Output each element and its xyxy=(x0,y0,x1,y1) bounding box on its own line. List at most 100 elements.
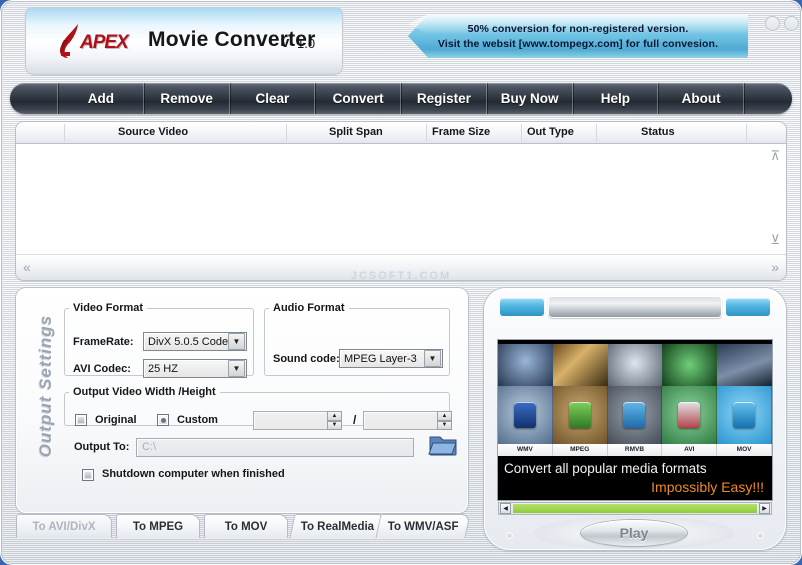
toolbar-button-register[interactable]: Register xyxy=(401,83,487,114)
version-number: 1.0 xyxy=(297,36,316,51)
toolbar-button-buy-now[interactable]: Buy Now xyxy=(486,83,573,114)
column-header-split-span[interactable]: Split Span xyxy=(329,126,383,138)
chevron-up-icon[interactable]: ▲ xyxy=(437,411,452,421)
movie-thumbnail xyxy=(498,344,553,386)
toolbar-button-convert[interactable]: Convert xyxy=(315,83,401,114)
preview-progress-bar[interactable] xyxy=(513,504,757,513)
file-list-horizontal-scrollbar[interactable]: « » JCSOFT1.COM xyxy=(16,254,786,280)
toolbar-button-remove[interactable]: Remove xyxy=(143,83,230,114)
play-button[interactable]: Play xyxy=(581,520,687,546)
minimize-icon[interactable] xyxy=(765,16,780,31)
format-cell-avi xyxy=(662,386,718,444)
format-icon-row xyxy=(498,386,772,444)
tab-to-mov[interactable]: To MOV xyxy=(204,514,288,538)
width-stepper[interactable]: ▲ ▼ xyxy=(253,411,342,430)
tab-to-mpeg[interactable]: To MPEG xyxy=(116,514,200,538)
chevron-down-icon[interactable]: ▼ xyxy=(327,420,342,430)
width-input[interactable] xyxy=(253,411,327,430)
tab-label: To MPEG xyxy=(132,520,184,533)
avi-codec-label: AVI Codec: xyxy=(73,363,131,375)
preview-dot-left xyxy=(506,532,513,539)
title-bar: APEX Movie Converter v 1.0 50% conversio… xyxy=(8,4,799,74)
original-size-label: Original xyxy=(95,414,137,426)
folder-icon[interactable] xyxy=(428,432,458,458)
framerate-select[interactable]: DivX 5.0.5 Codec ▼ xyxy=(143,332,247,351)
height-stepper-buttons[interactable]: ▲ ▼ xyxy=(437,411,452,430)
size-separator: / xyxy=(353,413,357,427)
toolbar-left-cap xyxy=(10,83,58,114)
framerate-value: DivX 5.0.5 Codec xyxy=(148,335,228,348)
chevron-double-up-icon[interactable]: ⊼ xyxy=(770,148,780,164)
toolbar-button-about[interactable]: About xyxy=(658,83,744,114)
movie-thumbnail xyxy=(607,344,663,386)
toolbar-button-clear[interactable]: Clear xyxy=(229,83,316,114)
video-format-group: Video Format FrameRate: DivX 5.0.5 Codec… xyxy=(64,302,254,378)
close-icon[interactable] xyxy=(784,16,799,31)
triangle-right-icon[interactable]: ▶ xyxy=(759,503,770,514)
promo-banner: 50% conversion for non-registered versio… xyxy=(408,14,748,58)
promo-line-1: 50% conversion for non-registered versio… xyxy=(467,23,689,35)
file-list-body[interactable]: ⊼ ⊻ « » JCSOFT1.COM xyxy=(16,144,786,280)
column-separator[interactable] xyxy=(521,124,522,141)
promo-line-2: Visit the websit [www.tompegx.com] for f… xyxy=(437,38,719,50)
column-header-frame-size[interactable]: Frame Size xyxy=(432,126,490,138)
preview-top-bar xyxy=(500,296,770,318)
logo-plate: APEX Movie Converter v 1.0 xyxy=(26,8,342,74)
format-label-wmv: WMV xyxy=(498,444,553,456)
output-settings-panel: Output Settings Video Format FrameRate: … xyxy=(16,288,468,513)
toolbar-button-help[interactable]: Help xyxy=(572,83,659,114)
movie-thumbnail xyxy=(552,344,608,386)
avi-codec-select[interactable]: 25 HZ ▼ xyxy=(143,359,247,378)
tab-to-realmedia[interactable]: To RealMedia xyxy=(289,514,387,538)
format-label-row: WMV MPEG RMVB AVI MOV xyxy=(498,444,772,456)
tab-label: To MOV xyxy=(224,520,268,533)
sound-code-label: Sound code: xyxy=(273,353,339,365)
height-stepper[interactable]: ▲ ▼ xyxy=(363,411,452,430)
avi-codec-value: 25 HZ xyxy=(148,362,178,375)
column-separator[interactable] xyxy=(426,124,427,141)
original-size-checkbox[interactable] xyxy=(75,414,87,426)
tagline-line-1: Convert all popular media formats xyxy=(504,461,707,476)
wmv-icon xyxy=(513,402,536,428)
chevron-down-icon[interactable]: ▼ xyxy=(228,360,245,377)
output-to-label: Output To: xyxy=(74,441,130,453)
format-cell-mov xyxy=(717,386,772,444)
format-cell-mpeg xyxy=(552,386,608,444)
triangle-left-icon[interactable]: ◀ xyxy=(500,503,511,514)
shutdown-checkbox[interactable] xyxy=(82,469,94,481)
column-header-status[interactable]: Status xyxy=(641,126,675,138)
sound-code-select[interactable]: MPEG Layer-3 ▼ xyxy=(339,349,443,368)
column-separator[interactable] xyxy=(286,124,287,141)
toolbar-button-add[interactable]: Add xyxy=(58,83,144,114)
column-separator[interactable] xyxy=(746,124,747,141)
movie-thumbnail-strip xyxy=(498,344,772,386)
column-header-out-type[interactable]: Out Type xyxy=(527,126,574,138)
tab-label: To WMV/ASF xyxy=(387,520,459,533)
height-input[interactable] xyxy=(363,411,437,430)
avi-icon xyxy=(678,402,701,428)
chevron-down-icon[interactable]: ▼ xyxy=(424,350,441,367)
preview-scrollbar[interactable]: ◀ ▶ xyxy=(498,502,772,515)
column-header-source-video[interactable]: Source Video xyxy=(118,126,188,138)
tagline-block: Convert all popular media formats Imposs… xyxy=(498,456,772,500)
preview-dot-right xyxy=(757,532,764,539)
video-format-legend: Video Format xyxy=(73,302,144,314)
format-cell-wmv xyxy=(498,386,553,444)
column-separator[interactable] xyxy=(596,124,597,141)
output-to-input[interactable]: C:\ xyxy=(136,438,414,457)
framerate-label: FrameRate: xyxy=(73,336,134,348)
format-tab-bar: To AVI/DivX To MPEG To MOV To RealMedia … xyxy=(16,514,471,544)
tab-to-avi-divx[interactable]: To AVI/DivX xyxy=(16,514,112,538)
chevron-down-icon[interactable]: ▼ xyxy=(437,420,452,430)
custom-size-checkbox[interactable] xyxy=(157,414,169,426)
chevron-up-icon[interactable]: ▲ xyxy=(327,411,342,421)
column-separator[interactable] xyxy=(64,124,65,141)
tab-to-wmv-asf[interactable]: To WMV/ASF xyxy=(375,514,471,538)
watermark-text: JCSOFT1.COM xyxy=(350,270,452,280)
width-stepper-buttons[interactable]: ▲ ▼ xyxy=(327,411,342,430)
chevron-down-icon[interactable]: ▼ xyxy=(228,333,245,350)
audio-format-group: Audio Format Sound code: MPEG Layer-3 ▼ xyxy=(264,302,450,376)
preview-tab-right xyxy=(726,298,770,316)
chevron-double-down-icon[interactable]: ⊻ xyxy=(770,232,780,248)
rmvb-icon xyxy=(623,402,646,428)
